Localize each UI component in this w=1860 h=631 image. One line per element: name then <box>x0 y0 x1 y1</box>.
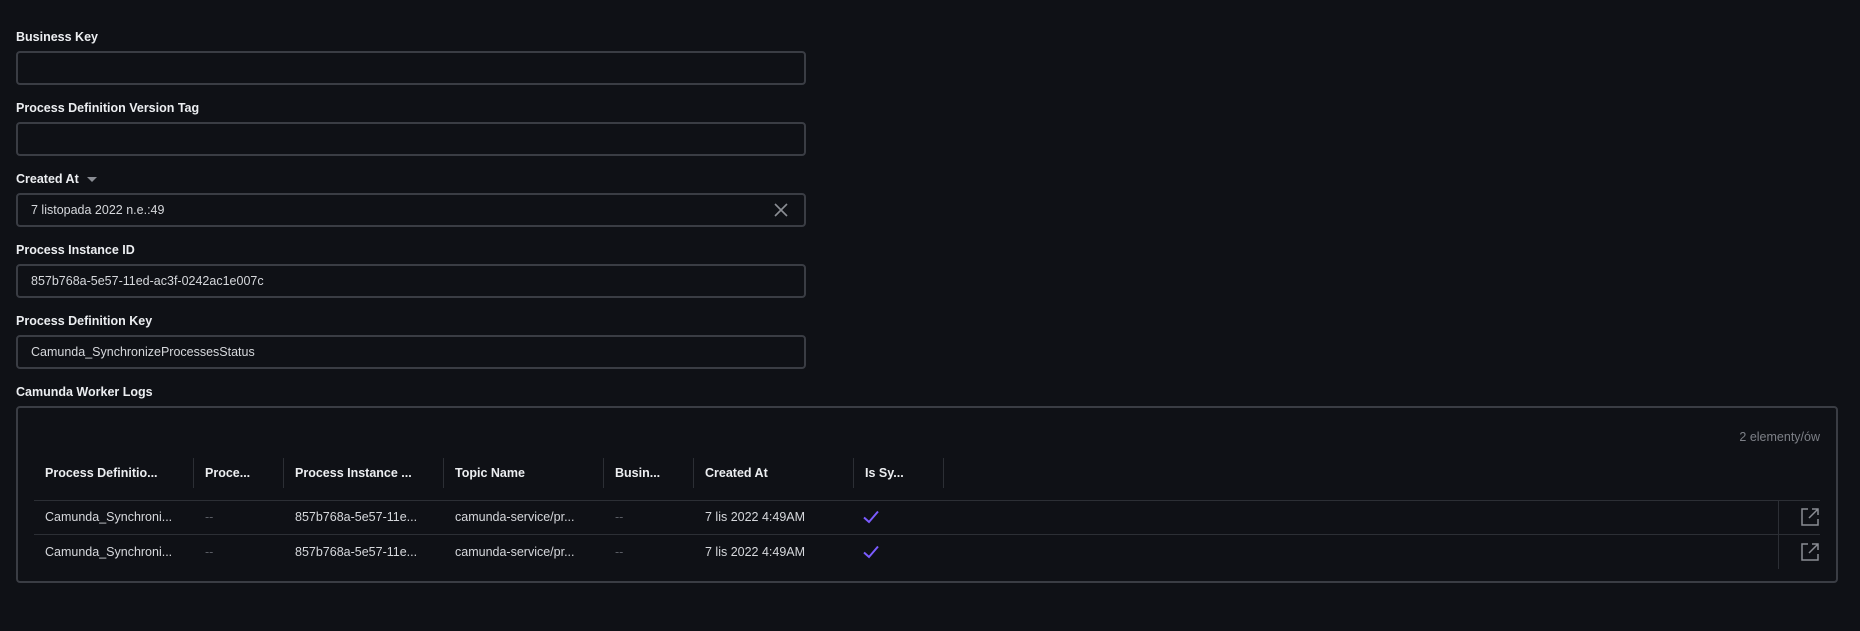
worker-logs-title: Camunda Worker Logs <box>16 385 153 399</box>
instance-id-input[interactable]: 857b768a-5e57-11ed-ac3f-0242ac1e007c <box>16 264 806 298</box>
column-header-proc[interactable]: Proce... <box>194 458 284 488</box>
table-header: Process Definitio... Proce... Process In… <box>34 458 1820 501</box>
caret-down-icon[interactable] <box>86 177 97 183</box>
open-in-new-icon[interactable] <box>1800 507 1820 532</box>
definition-key-input[interactable]: Camunda_SynchronizeProcessesStatus <box>16 335 806 369</box>
cell-business: -- <box>615 545 624 559</box>
action-divider <box>1778 500 1779 534</box>
cell-proc: -- <box>205 545 214 559</box>
instance-id-label: Process Instance ID <box>16 243 135 257</box>
worker-logs-table: 2 elementy/ów Process Definitio... Proce… <box>16 406 1838 583</box>
cell-created: 7 lis 2022 4:49AM <box>705 545 806 559</box>
business-key-input[interactable] <box>16 51 806 85</box>
cell-created: 7 lis 2022 4:49AM <box>705 510 806 524</box>
column-header-business[interactable]: Busin... <box>604 458 694 488</box>
cell-instance: 857b768a-5e57-11e... <box>295 545 418 559</box>
column-header-topic[interactable]: Topic Name <box>444 458 604 488</box>
close-icon[interactable] <box>774 203 788 217</box>
business-key-label: Business Key <box>16 30 98 44</box>
column-header-definition[interactable]: Process Definitio... <box>34 458 194 488</box>
cell-definition: Camunda_Synchroni... <box>45 545 173 559</box>
created-at-value: 7 listopada 2022 n.e.:49 <box>31 203 165 217</box>
column-header-is-sync[interactable]: Is Sy... <box>854 458 944 488</box>
check-icon <box>862 543 880 566</box>
action-divider <box>1778 535 1779 569</box>
created-at-input[interactable]: 7 listopada 2022 n.e.:49 <box>16 193 806 227</box>
version-tag-input[interactable] <box>16 122 806 156</box>
check-icon <box>862 508 880 531</box>
column-header-instance[interactable]: Process Instance ... <box>284 458 444 488</box>
cell-topic: camunda-service/pr... <box>455 510 575 524</box>
cell-business: -- <box>615 510 624 524</box>
definition-key-value: Camunda_SynchronizeProcessesStatus <box>31 345 255 359</box>
created-at-label[interactable]: Created At <box>16 172 97 186</box>
table-row[interactable]: Camunda_Synchroni... -- 857b768a-5e57-11… <box>34 500 1820 535</box>
instance-id-value: 857b768a-5e57-11ed-ac3f-0242ac1e007c <box>31 274 264 288</box>
cell-instance: 857b768a-5e57-11e... <box>295 510 418 524</box>
definition-key-label: Process Definition Key <box>16 314 153 328</box>
open-in-new-icon[interactable] <box>1800 542 1820 567</box>
cell-topic: camunda-service/pr... <box>455 545 575 559</box>
created-at-label-text: Created At <box>16 172 79 186</box>
column-header-created[interactable]: Created At <box>694 458 854 488</box>
cell-definition: Camunda_Synchroni... <box>45 510 173 524</box>
cell-proc: -- <box>205 510 214 524</box>
version-tag-label: Process Definition Version Tag <box>16 101 200 115</box>
item-count: 2 elementy/ów <box>1739 430 1820 444</box>
table-row[interactable]: Camunda_Synchroni... -- 857b768a-5e57-11… <box>34 535 1820 569</box>
